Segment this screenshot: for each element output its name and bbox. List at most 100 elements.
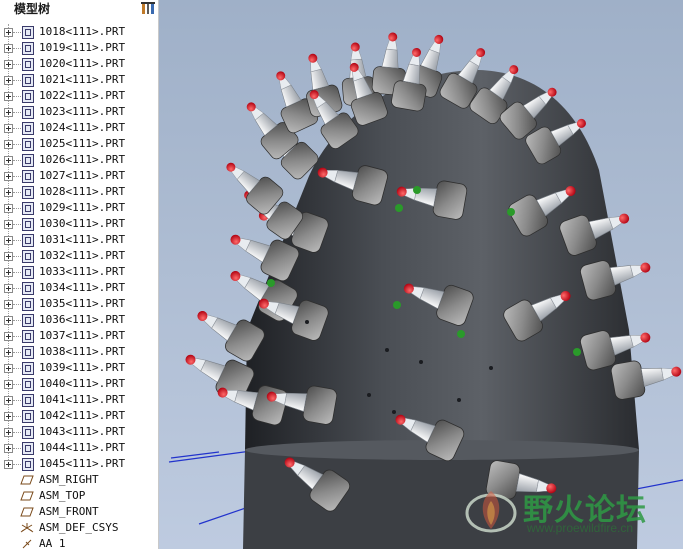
expand-icon[interactable] — [4, 396, 13, 405]
expand-icon[interactable] — [4, 92, 13, 101]
tree-item-part[interactable]: 1035<111>.PRT — [0, 296, 158, 312]
tree-item-part[interactable]: 1018<111>.PRT — [0, 24, 158, 40]
tree-item-datum[interactable]: ASM_FRONT — [0, 504, 158, 520]
expand-icon[interactable] — [4, 428, 13, 437]
tree-connector — [13, 208, 21, 209]
part-icon — [22, 26, 34, 39]
part-icon — [22, 170, 34, 183]
tree-connector — [13, 80, 21, 81]
tree-item-part[interactable]: 1041<111>.PRT — [0, 392, 158, 408]
tree-item-label: 1043<111>.PRT — [39, 425, 126, 438]
tree-item-datum[interactable]: AA_1 — [0, 536, 158, 549]
tree-item-label: 1019<111>.PRT — [39, 41, 126, 54]
expand-icon[interactable] — [4, 364, 13, 373]
show-tree-settings-icon[interactable] — [141, 1, 155, 15]
model-tree-panel: 模型树 1018<111>.PRT 1019<111>.PRT 1020<111>.… — [0, 0, 159, 549]
3d-graphics-window[interactable]: 野火论坛 www.proewildfire.cn — [159, 0, 683, 549]
expand-icon[interactable] — [4, 460, 13, 469]
expand-icon[interactable] — [4, 28, 13, 37]
expand-icon[interactable] — [4, 380, 13, 389]
expand-icon[interactable] — [4, 332, 13, 341]
tree-item-part[interactable]: 1030<111>.PRT — [0, 216, 158, 232]
tree-item-part[interactable]: 1021<111>.PRT — [0, 72, 158, 88]
tree-connector — [13, 336, 21, 337]
part-icon — [22, 90, 34, 103]
tree-item-label: 1022<111>.PRT — [39, 89, 126, 102]
tree-item-part[interactable]: 1028<111>.PRT — [0, 184, 158, 200]
expand-icon[interactable] — [4, 188, 13, 197]
tree-item-part[interactable]: 1032<111>.PRT — [0, 248, 158, 264]
part-icon — [22, 362, 34, 375]
part-icon — [22, 154, 34, 167]
expand-icon[interactable] — [4, 156, 13, 165]
expand-icon[interactable] — [4, 108, 13, 117]
pick-holder — [302, 385, 338, 425]
expand-icon[interactable] — [4, 76, 13, 85]
part-icon — [22, 250, 34, 263]
tree-item-part[interactable]: 1037<111>.PRT — [0, 328, 158, 344]
tree-item-part[interactable]: 1038<111>.PRT — [0, 344, 158, 360]
expand-icon[interactable] — [4, 172, 13, 181]
tree-item-part[interactable]: 1034<111>.PRT — [0, 280, 158, 296]
tree-connector — [13, 272, 21, 273]
model-tree-title: 模型树 — [14, 2, 51, 16]
tree-item-datum[interactable]: ASM_RIGHT — [0, 472, 158, 488]
tree-item-part[interactable]: 1023<111>.PRT — [0, 104, 158, 120]
tree-item-part[interactable]: 1042<111>.PRT — [0, 408, 158, 424]
tree-item-part[interactable]: 1043<111>.PRT — [0, 424, 158, 440]
expand-icon[interactable] — [4, 284, 13, 293]
tree-item-part[interactable]: 1031<111>.PRT — [0, 232, 158, 248]
tree-item-part[interactable]: 1026<111>.PRT — [0, 152, 158, 168]
tree-item-part[interactable]: 1025<111>.PRT — [0, 136, 158, 152]
expand-icon[interactable] — [4, 220, 13, 229]
expand-icon[interactable] — [4, 60, 13, 69]
tree-connector — [13, 160, 21, 161]
tree-connector — [13, 368, 21, 369]
expand-icon[interactable] — [4, 412, 13, 421]
expand-icon[interactable] — [4, 316, 13, 325]
tree-item-part[interactable]: 1033<111>.PRT — [0, 264, 158, 280]
tree-item-label: 1037<111>.PRT — [39, 329, 126, 342]
drum-hole — [489, 366, 493, 370]
tree-item-part[interactable]: 1024<111>.PRT — [0, 120, 158, 136]
expand-icon[interactable] — [4, 300, 13, 309]
tree-item-part[interactable]: 1040<111>.PRT — [0, 376, 158, 392]
expand-icon[interactable] — [4, 348, 13, 357]
tree-item-part[interactable]: 1039<111>.PRT — [0, 360, 158, 376]
tree-item-part[interactable]: 1045<111>.PRT — [0, 456, 158, 472]
tree-item-datum[interactable]: ASM_TOP — [0, 488, 158, 504]
tree-item-part[interactable]: 1019<111>.PRT — [0, 40, 158, 56]
expand-icon[interactable] — [4, 252, 13, 261]
tree-item-part[interactable]: 1029<111>.PRT — [0, 200, 158, 216]
tree-item-part[interactable]: 1044<111>.PRT — [0, 440, 158, 456]
expand-icon[interactable] — [4, 204, 13, 213]
expand-icon[interactable] — [4, 44, 13, 53]
tree-item-part[interactable]: 1027<111>.PRT — [0, 168, 158, 184]
expand-icon[interactable] — [4, 140, 13, 149]
tree-item-label: 1025<111>.PRT — [39, 137, 126, 150]
tree-item-label: 1026<111>.PRT — [39, 153, 126, 166]
part-icon — [22, 378, 34, 391]
datum-plane-icon — [20, 507, 34, 517]
tree-connector — [13, 432, 21, 433]
assembly-model-view[interactable] — [159, 0, 683, 549]
tree-item-label: ASM_DEF_CSYS — [39, 521, 119, 534]
axis-marker — [267, 279, 275, 287]
expand-icon[interactable] — [4, 124, 13, 133]
tree-item-part[interactable]: 1020<111>.PRT — [0, 56, 158, 72]
tree-item-label: AA_1 — [39, 537, 66, 549]
tree-connector — [13, 224, 21, 225]
part-icon — [22, 314, 34, 327]
tree-item-part[interactable]: 1036<111>.PRT — [0, 312, 158, 328]
datum-plane-icon — [20, 491, 34, 501]
expand-icon[interactable] — [4, 444, 13, 453]
expand-icon[interactable] — [4, 236, 13, 245]
tree-item-label: 1039<111>.PRT — [39, 361, 126, 374]
tree-item-part[interactable]: 1022<111>.PRT — [0, 88, 158, 104]
tree-item-label: ASM_TOP — [39, 489, 86, 502]
part-icon — [22, 282, 34, 295]
tree-item-datum[interactable]: ASM_DEF_CSYS — [0, 520, 158, 536]
expand-icon[interactable] — [4, 268, 13, 277]
tree-item-label: 1045<111>.PRT — [39, 457, 126, 470]
drum-hole — [419, 360, 423, 364]
